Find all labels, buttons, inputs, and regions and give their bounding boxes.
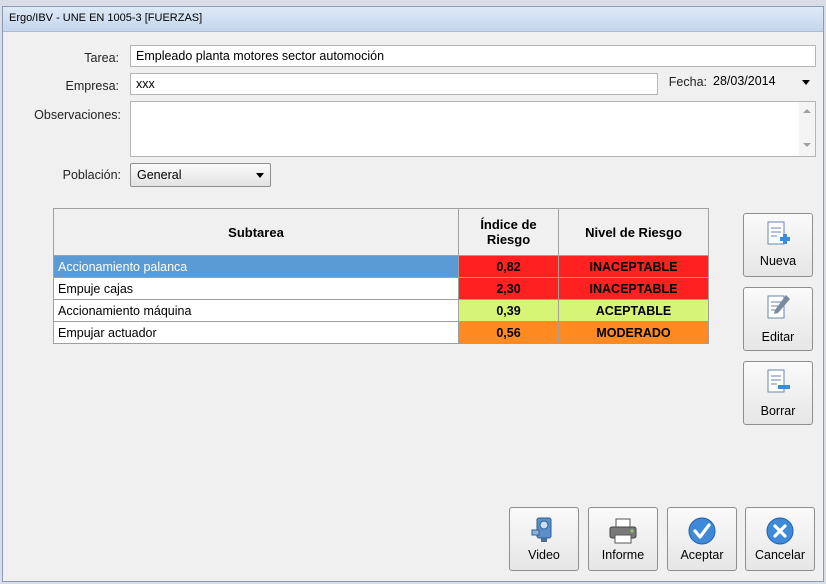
nueva-label: Nueva [759,254,797,268]
title-bar: Ergo/IBV - UNE EN 1005-3 [FUERZAS] [3,7,823,32]
new-document-icon [767,221,790,245]
table-row[interactable]: Empuje cajas 2,30 INACEPTABLE [53,277,709,300]
fecha-value: 28/03/2014 [713,74,776,88]
informe-button[interactable]: Informe [588,507,658,571]
subtarea-cell[interactable]: Empujar actuador [53,321,459,344]
informe-label: Informe [601,548,645,562]
subtarea-cell[interactable]: Empuje cajas [53,277,459,300]
aceptar-label: Aceptar [680,548,724,562]
subtarea-cell[interactable]: Accionamiento palanca [53,255,459,278]
tarea-input[interactable]: Empleado planta motores sector automoció… [130,45,816,67]
indice-cell[interactable]: 0,39 [458,299,559,322]
cancelar-label: Cancelar [754,548,806,562]
borrar-button[interactable]: Borrar [743,361,813,425]
observaciones-textarea[interactable] [130,101,816,157]
printer-icon [609,518,637,544]
chevron-down-icon[interactable] [802,80,810,85]
empresa-label: Empresa: [65,79,120,93]
chevron-down-icon[interactable] [256,173,264,178]
poblacion-value: General [137,168,182,182]
scroll-up-icon[interactable] [803,109,811,113]
column-header-nivel[interactable]: Nivel de Riesgo [558,208,709,256]
table-header-row: Subtarea Índice de Riesgo Nivel de Riesg… [53,208,709,256]
column-header-subtarea[interactable]: Subtarea [53,208,459,256]
empresa-input[interactable]: xxx [130,73,658,95]
fecha-picker[interactable]: 28/03/2014 [710,70,816,92]
main-window: Ergo/IBV - UNE EN 1005-3 [FUERZAS] Tarea… [2,6,824,582]
indice-cell[interactable]: 0,56 [458,321,559,344]
subtareas-table: Subtarea Índice de Riesgo Nivel de Riesg… [53,208,709,344]
indice-cell[interactable]: 0,82 [458,255,559,278]
indice-cell[interactable]: 2,30 [458,277,559,300]
nivel-cell[interactable]: MODERADO [558,321,709,344]
editar-button[interactable]: Editar [743,287,813,351]
nivel-cell[interactable]: ACEPTABLE [558,299,709,322]
close-icon [766,517,794,545]
borrar-label: Borrar [760,404,796,418]
column-header-indice[interactable]: Índice de Riesgo [458,208,559,256]
window-title: Ergo/IBV - UNE EN 1005-3 [FUERZAS] [9,12,203,24]
nivel-cell[interactable]: INACEPTABLE [558,255,709,278]
video-camera-icon [531,517,552,542]
scroll-down-icon[interactable] [803,143,811,147]
fecha-label: Fecha: [668,75,707,89]
edit-document-icon [767,295,790,319]
table-row[interactable]: Accionamiento palanca 0,82 INACEPTABLE [53,255,709,278]
table-row[interactable]: Empujar actuador 0,56 MODERADO [53,321,709,344]
video-button[interactable]: Video [509,507,579,571]
observaciones-label: Observaciones: [34,108,121,122]
delete-document-icon [767,369,790,393]
subtarea-cell[interactable]: Accionamiento máquina [53,299,459,322]
poblacion-label: Población: [62,168,121,182]
aceptar-button[interactable]: Aceptar [667,507,737,571]
nueva-button[interactable]: Nueva [743,213,813,277]
nivel-cell[interactable]: INACEPTABLE [558,277,709,300]
poblacion-select[interactable]: General [130,163,271,187]
checkmark-icon [688,517,716,545]
cancelar-button[interactable]: Cancelar [745,507,815,571]
editar-label: Editar [761,330,795,344]
observaciones-scrollbar[interactable] [799,102,815,156]
tarea-label: Tarea: [84,51,119,65]
table-row[interactable]: Accionamiento máquina 0,39 ACEPTABLE [53,299,709,322]
video-label: Video [528,548,560,562]
